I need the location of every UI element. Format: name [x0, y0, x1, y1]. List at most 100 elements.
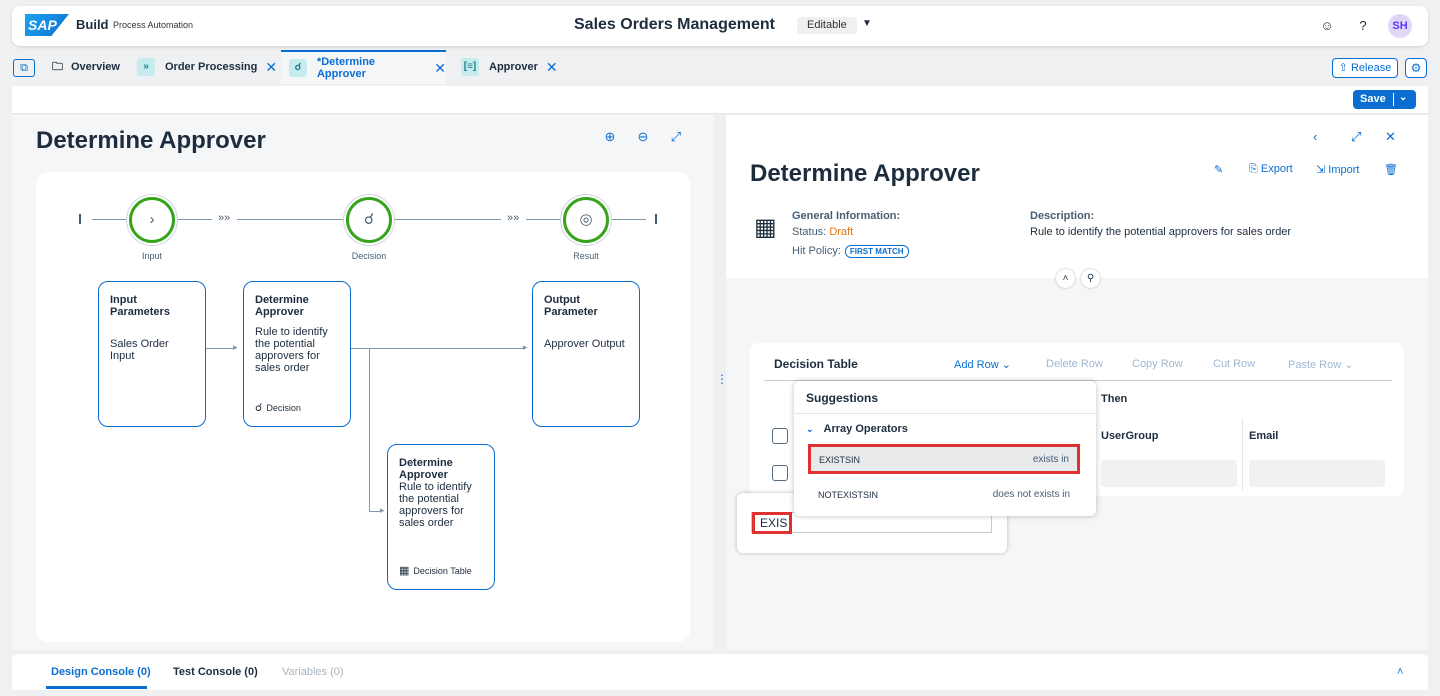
result-step-label: Result: [573, 251, 599, 261]
tab-determine-approver[interactable]: ☌ *Determine Approver ✕: [281, 50, 446, 84]
decision-table-title: Decision Table: [774, 357, 858, 371]
release-label: Release: [1350, 62, 1392, 74]
status-value: Draft: [829, 226, 854, 238]
import-button[interactable]: ⇲ Import: [1316, 163, 1359, 176]
suggestion-description: exists in: [1032, 454, 1069, 465]
suggestion-code: EXISTSIN: [819, 455, 861, 465]
flow-line: [237, 219, 346, 220]
sap-logo[interactable]: SAP: [25, 14, 69, 36]
feedback-icon[interactable]: ☺: [1318, 17, 1336, 35]
pin-icon[interactable]: ⚲: [1081, 269, 1100, 288]
flow-line: [392, 219, 501, 220]
copy-row-button[interactable]: Copy Row: [1132, 358, 1183, 370]
suggestion-notexistsin[interactable]: NOTEXISTSIN does not exists in: [808, 481, 1080, 511]
suggestion-group-header[interactable]: ⌄ Array Operators: [806, 423, 908, 435]
settings-button[interactable]: ⚙: [1405, 58, 1427, 78]
decision-table-node[interactable]: Determine Approver Rule to identify the …: [387, 444, 495, 590]
flow-end-tick: [655, 214, 657, 224]
tab-overview[interactable]: 🗀 Overview: [52, 50, 120, 84]
form-icon: [≡]: [461, 58, 479, 76]
decision-step[interactable]: ☌: [346, 197, 392, 243]
chevron-down-icon: ⌄: [1001, 359, 1011, 371]
tab-variables[interactable]: Variables (0): [282, 666, 344, 678]
suggestion-description: does not exists in: [992, 489, 1070, 500]
cut-row-button[interactable]: Cut Row: [1213, 358, 1255, 370]
delete-row-button[interactable]: Delete Row: [1046, 358, 1103, 370]
suggestion-existsin[interactable]: EXISTSIN exists in: [808, 444, 1080, 474]
close-icon[interactable]: ✕: [546, 59, 558, 76]
brand-name: Build: [76, 17, 109, 32]
suggestions-title: Suggestions: [806, 391, 879, 405]
column-divider: [1242, 418, 1243, 490]
tab-label: Approver: [489, 61, 538, 73]
zoom-in-icon[interactable]: ⊕: [602, 129, 618, 145]
node-footer: ▦ Decision Table: [399, 564, 472, 577]
tab-test-console[interactable]: Test Console (0): [173, 666, 258, 678]
flow-arrow-icon: »»: [507, 212, 520, 224]
paste-row-label: Paste Row: [1288, 359, 1342, 371]
description-value: Rule to identify the potential approvers…: [1030, 226, 1292, 238]
decision-node[interactable]: Determine Approver Rule to identify the …: [243, 281, 351, 427]
tab-order-processing[interactable]: » Order Processing ✕: [137, 50, 277, 84]
decision-icon: ☌: [363, 211, 375, 228]
mode-dropdown-icon[interactable]: ▼: [862, 18, 872, 29]
delete-icon[interactable]: 🗑: [1384, 163, 1398, 176]
column-header-email: Email: [1249, 430, 1279, 442]
chevron-up-icon[interactable]: ˄: [1397, 666, 1403, 678]
group-label: Array Operators: [823, 423, 908, 435]
chevron-down-icon: ⌄: [1344, 359, 1354, 371]
export-label: Export: [1260, 163, 1293, 175]
details-title: Determine Approver: [750, 160, 980, 187]
node-title: Determine Approver: [255, 294, 309, 318]
description-label: Description:: [1030, 210, 1095, 222]
save-label: Save: [1360, 93, 1386, 105]
select-all-checkbox[interactable]: [772, 428, 788, 444]
export-button[interactable]: ⎘ Export: [1249, 163, 1293, 176]
add-row-button[interactable]: Add Row ⌄: [954, 358, 1011, 371]
fit-to-screen-icon[interactable]: ⤢: [668, 129, 684, 145]
release-button[interactable]: ⇧ Release: [1332, 58, 1398, 78]
paste-row-button[interactable]: Paste Row ⌄: [1288, 358, 1353, 371]
connector-line: [351, 348, 525, 349]
expand-icon[interactable]: ⤢: [1351, 129, 1361, 145]
status-label: Status:: [792, 226, 827, 238]
row-checkbox[interactable]: [772, 465, 788, 481]
tab-design-console[interactable]: Design Console (0): [51, 666, 151, 678]
collapse-header-icon[interactable]: ˄: [1056, 269, 1075, 288]
connector-line: [206, 348, 236, 349]
general-info-label: General Information:: [792, 210, 901, 222]
output-parameter-node[interactable]: Output Parameter Approver Output: [532, 281, 640, 427]
input-parameters-node[interactable]: Input Parameters Sales Order Input: [98, 281, 206, 427]
expression-input-value[interactable]: EXIS: [752, 512, 792, 534]
help-icon[interactable]: ?: [1354, 17, 1372, 35]
brand-subtitle: Process Automation: [113, 20, 194, 30]
export-icon: ⎘: [1249, 163, 1258, 175]
mode-badge[interactable]: Editable: [797, 17, 857, 34]
zoom-out-icon[interactable]: ⊖: [635, 129, 651, 145]
folder-icon: 🗀: [52, 60, 63, 73]
import-icon: ⇲: [1316, 164, 1326, 176]
tab-label: Overview: [71, 61, 120, 73]
result-step[interactable]: ◎: [563, 197, 609, 243]
close-icon[interactable]: ✕: [265, 59, 277, 76]
arrow-head-icon: ▸: [380, 505, 385, 515]
avatar[interactable]: SH: [1388, 14, 1412, 38]
edit-icon[interactable]: ✎: [1214, 163, 1223, 176]
save-divider: [1393, 93, 1394, 106]
node-body: Rule to identify the potential approvers…: [255, 326, 328, 374]
resize-handle-icon[interactable]: ⋮: [716, 372, 728, 386]
diagram-title: Determine Approver: [36, 127, 266, 154]
tab-bar: 🗀 Overview » Order Processing ✕ ☌ *Deter…: [0, 50, 1440, 84]
editor-toolbar: [12, 86, 1428, 114]
tab-approver[interactable]: [≡] Approver ✕: [461, 50, 558, 84]
usergroup-cell[interactable]: [1101, 460, 1237, 487]
save-button[interactable]: Save ⌄: [1353, 90, 1416, 109]
chevron-down-icon[interactable]: ⌄: [1399, 92, 1407, 103]
email-cell[interactable]: [1249, 460, 1385, 487]
then-header: Then: [1101, 393, 1128, 405]
input-step[interactable]: ›: [129, 197, 175, 243]
column-header-usergroup: UserGroup: [1101, 430, 1159, 442]
close-icon[interactable]: ✕: [1385, 129, 1396, 145]
close-icon[interactable]: ✕: [434, 60, 446, 77]
chevron-left-icon[interactable]: ‹: [1313, 129, 1317, 144]
